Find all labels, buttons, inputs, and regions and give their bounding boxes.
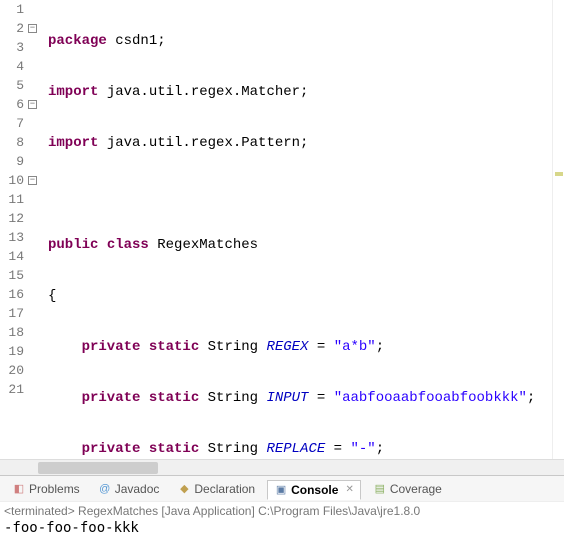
- line-number: 10: [0, 171, 24, 190]
- fold-icon[interactable]: −: [28, 100, 37, 109]
- problems-icon: ◧: [12, 482, 26, 496]
- line-number: 15: [0, 266, 24, 285]
- tab-console[interactable]: ▣ Console ✕: [267, 480, 361, 500]
- console-icon: ▣: [274, 483, 288, 497]
- line-number: 20: [0, 361, 24, 380]
- code-editor[interactable]: 1 2 3 4 5 6 7 8 9 10 11 12 13 14 15 16 1…: [0, 0, 564, 459]
- scrollbar-thumb[interactable]: [38, 462, 158, 474]
- line-number: 6: [0, 95, 24, 114]
- overview-ruler[interactable]: [552, 0, 564, 459]
- marker-gutter: − − −: [28, 0, 42, 459]
- tab-coverage[interactable]: ▤ Coverage: [367, 480, 448, 498]
- console-header: <terminated> RegexMatches [Java Applicat…: [4, 504, 560, 518]
- line-number: 1: [0, 0, 24, 19]
- tab-declaration[interactable]: ◆ Declaration: [171, 480, 261, 498]
- tab-label: Coverage: [390, 482, 442, 496]
- console-output[interactable]: -foo-foo-foo-kkk: [4, 518, 560, 536]
- line-number: 18: [0, 323, 24, 342]
- line-number: 9: [0, 152, 24, 171]
- tab-label: Console: [291, 483, 338, 497]
- line-number: 4: [0, 57, 24, 76]
- declaration-icon: ◆: [177, 482, 191, 496]
- line-number: 19: [0, 342, 24, 361]
- fold-icon[interactable]: −: [28, 176, 37, 185]
- tab-label: Javadoc: [115, 482, 160, 496]
- tab-problems[interactable]: ◧ Problems: [6, 480, 86, 498]
- line-number: 8: [0, 133, 24, 152]
- tab-label: Problems: [29, 482, 80, 496]
- line-number: 21: [0, 380, 24, 399]
- code-area[interactable]: package csdn1; import java.util.regex.Ma…: [42, 0, 552, 459]
- fold-icon[interactable]: −: [28, 24, 37, 33]
- line-number: 13: [0, 228, 24, 247]
- line-number-gutter: 1 2 3 4 5 6 7 8 9 10 11 12 13 14 15 16 1…: [0, 0, 28, 459]
- console-view: <terminated> RegexMatches [Java Applicat…: [0, 501, 564, 538]
- close-icon[interactable]: ✕: [345, 484, 353, 495]
- horizontal-scrollbar[interactable]: [0, 459, 564, 475]
- line-number: 16: [0, 285, 24, 304]
- coverage-icon: ▤: [373, 482, 387, 496]
- bottom-tabs: ◧ Problems @ Javadoc ◆ Declaration ▣ Con…: [0, 475, 564, 501]
- line-number: 14: [0, 247, 24, 266]
- line-number: 17: [0, 304, 24, 323]
- tab-label: Declaration: [194, 482, 255, 496]
- line-number: 7: [0, 114, 24, 133]
- line-number: 11: [0, 190, 24, 209]
- line-number: 2: [0, 19, 24, 38]
- javadoc-icon: @: [98, 482, 112, 496]
- line-number: 3: [0, 38, 24, 57]
- line-number: 12: [0, 209, 24, 228]
- tab-javadoc[interactable]: @ Javadoc: [92, 480, 166, 498]
- warning-marker[interactable]: [555, 172, 563, 176]
- line-number: 5: [0, 76, 24, 95]
